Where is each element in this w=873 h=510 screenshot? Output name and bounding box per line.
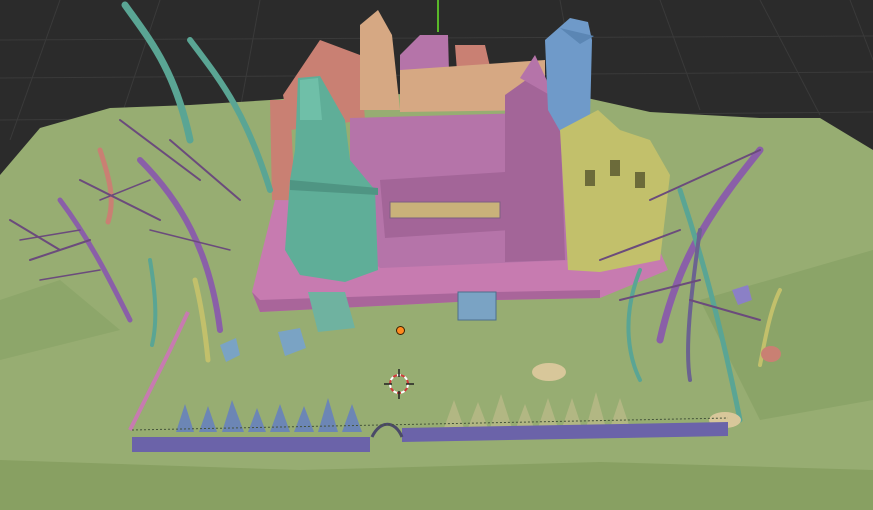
3d-viewport[interactable] bbox=[0, 0, 873, 510]
front-door-mat bbox=[457, 291, 497, 321]
object-origin-dot bbox=[396, 326, 405, 335]
viewport-scene[interactable] bbox=[0, 0, 873, 510]
3d-cursor-icon[interactable] bbox=[384, 369, 414, 399]
